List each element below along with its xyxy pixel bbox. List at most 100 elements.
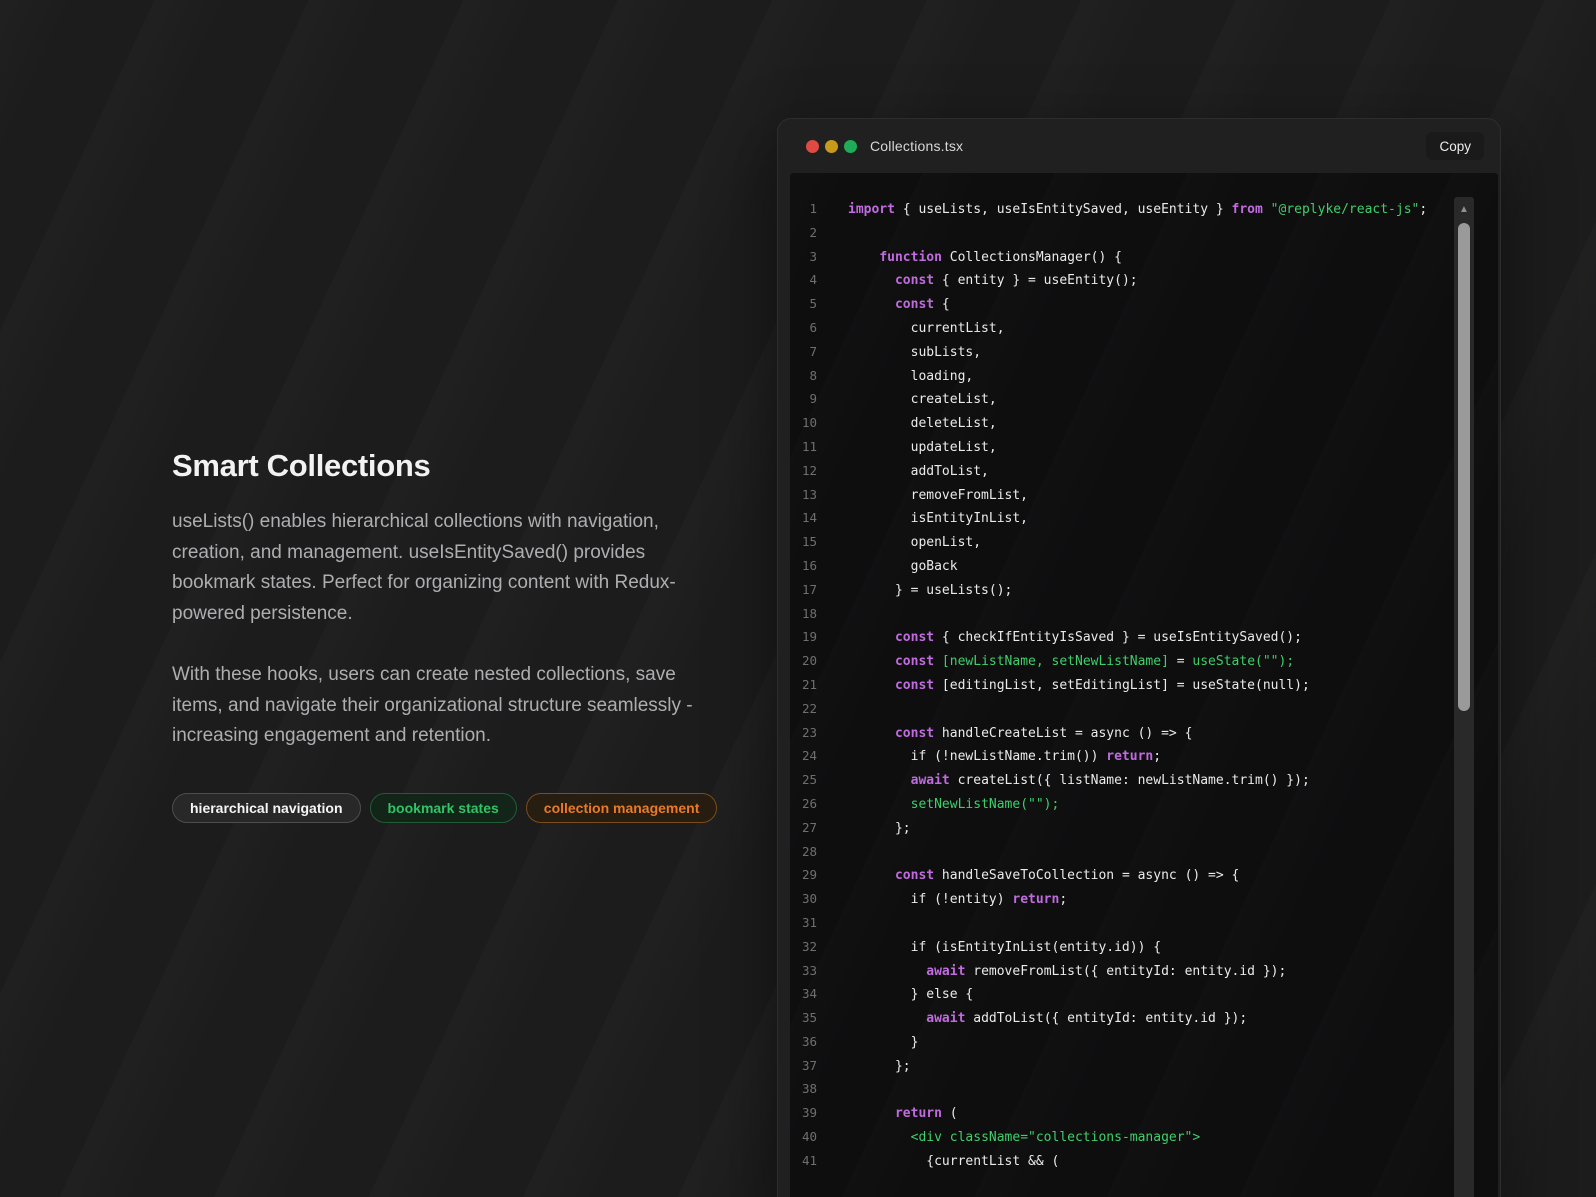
code-text: {currentList && ( (848, 1154, 1059, 1169)
code-line: 9 createList, (790, 387, 1498, 411)
code-editor-window: Collections.tsx Copy 1 import { useLists,… (777, 118, 1501, 1197)
code-text: addToList, (848, 464, 989, 479)
line-number: 34 (790, 982, 817, 1006)
window-header: Collections.tsx Copy (778, 119, 1500, 173)
feature-description-panel: Smart Collections useLists() enables hie… (172, 448, 704, 823)
line-number: 5 (790, 292, 817, 316)
code-line: 40 <div className="collections-manager"> (790, 1125, 1498, 1149)
code-line: 36 } (790, 1030, 1498, 1054)
code-text: updateList, (848, 440, 997, 455)
code-line: 11 updateList, (790, 435, 1498, 459)
line-number: 23 (790, 721, 817, 745)
code-line: 2 (790, 221, 1498, 245)
line-number: 1 (790, 197, 817, 221)
code-text: const { checkIfEntityIsSaved } = useIsEn… (848, 630, 1302, 645)
scroll-up-arrow-icon[interactable]: ▲ (1454, 201, 1474, 217)
line-number: 13 (790, 483, 817, 507)
line-number: 12 (790, 459, 817, 483)
code-line: 21 const [editingList, setEditingList] =… (790, 673, 1498, 697)
code-text: const [editingList, setEditingList] = us… (848, 678, 1310, 693)
code-line: 19 const { checkIfEntityIsSaved } = useI… (790, 625, 1498, 649)
code-text: } (848, 1035, 918, 1050)
code-line: 15 openList, (790, 530, 1498, 554)
code-text: currentList, (848, 321, 1005, 336)
code-line: 34 } else { (790, 982, 1498, 1006)
code-text: const handleCreateList = async () => { (848, 726, 1192, 741)
copy-button[interactable]: Copy (1426, 132, 1484, 160)
feature-tags-row: hierarchical navigationbookmark statesco… (172, 793, 704, 823)
code-line: 20 const [newListName, setNewListName] =… (790, 649, 1498, 673)
line-number: 27 (790, 816, 817, 840)
scrollbar-thumb[interactable] (1458, 223, 1470, 711)
code-text: createList, (848, 392, 997, 407)
line-number: 24 (790, 744, 817, 768)
tag-pill: collection management (526, 793, 718, 823)
line-number: 17 (790, 578, 817, 602)
code-text: removeFromList, (848, 488, 1028, 503)
code-text: const { entity } = useEntity(); (848, 273, 1138, 288)
scrollbar-track[interactable]: ▲ (1454, 197, 1474, 1197)
code-line: 23 const handleCreateList = async () => … (790, 721, 1498, 745)
code-line: 35 await addToList({ entityId: entity.id… (790, 1006, 1498, 1030)
code-text: await createList({ listName: newListName… (848, 773, 1310, 788)
line-number: 16 (790, 554, 817, 578)
code-text: <div className="collections-manager"> (848, 1130, 1200, 1145)
line-number: 38 (790, 1077, 817, 1101)
code-line: 13 removeFromList, (790, 483, 1498, 507)
page-title: Smart Collections (172, 448, 704, 484)
feature-paragraph-1: useLists() enables hierarchical collecti… (172, 507, 704, 629)
code-line: 17 } = useLists(); (790, 578, 1498, 602)
line-number: 14 (790, 506, 817, 530)
code-text: const handleSaveToCollection = async () … (848, 868, 1239, 883)
code-line: 5 const { (790, 292, 1498, 316)
line-number: 29 (790, 863, 817, 887)
code-text: const { (848, 297, 950, 312)
tag-pill: hierarchical navigation (172, 793, 361, 823)
code-text: return ( (848, 1106, 958, 1121)
line-number: 28 (790, 840, 817, 864)
code-line: 16 goBack (790, 554, 1498, 578)
code-line: 32 if (isEntityInList(entity.id)) { (790, 935, 1498, 959)
code-text: loading, (848, 369, 973, 384)
window-title: Collections.tsx (870, 138, 963, 154)
traffic-light-dots (806, 140, 857, 153)
line-number: 3 (790, 245, 817, 269)
code-line: 24 if (!newListName.trim()) return; (790, 744, 1498, 768)
code-line: 27 }; (790, 816, 1498, 840)
code-text: openList, (848, 535, 981, 550)
line-number: 37 (790, 1054, 817, 1078)
code-line: 8 loading, (790, 364, 1498, 388)
line-number: 36 (790, 1030, 817, 1054)
code-line: 10 deleteList, (790, 411, 1498, 435)
line-number: 11 (790, 435, 817, 459)
line-number: 22 (790, 697, 817, 721)
close-dot-icon (806, 140, 819, 153)
code-line: 39 return ( (790, 1101, 1498, 1125)
code-text: if (!newListName.trim()) return; (848, 749, 1161, 764)
line-number: 4 (790, 268, 817, 292)
line-number: 35 (790, 1006, 817, 1030)
line-number: 2 (790, 221, 817, 245)
code-text: await removeFromList({ entityId: entity.… (848, 964, 1286, 979)
code-line: 4 const { entity } = useEntity(); (790, 268, 1498, 292)
line-number: 32 (790, 935, 817, 959)
line-number: 20 (790, 649, 817, 673)
line-number: 10 (790, 411, 817, 435)
line-number: 9 (790, 387, 817, 411)
code-text: isEntityInList, (848, 511, 1028, 526)
code-text: function CollectionsManager() { (848, 250, 1122, 265)
code-line: 7 subLists, (790, 340, 1498, 364)
code-line: 31 (790, 911, 1498, 935)
code-text: setNewListName(""); (848, 797, 1059, 812)
code-text: }; (848, 821, 911, 836)
code-text: import { useLists, useIsEntitySaved, use… (848, 202, 1427, 217)
page-background: { "left": { "title": "Smart Collections"… (0, 0, 1596, 1197)
code-text: await addToList({ entityId: entity.id })… (848, 1011, 1247, 1026)
code-line: 25 await createList({ listName: newListN… (790, 768, 1498, 792)
code-line: 38 (790, 1077, 1498, 1101)
line-number: 8 (790, 364, 817, 388)
code-line: 41 {currentList && ( (790, 1149, 1498, 1173)
line-number: 33 (790, 959, 817, 983)
line-number: 30 (790, 887, 817, 911)
line-number: 31 (790, 911, 817, 935)
